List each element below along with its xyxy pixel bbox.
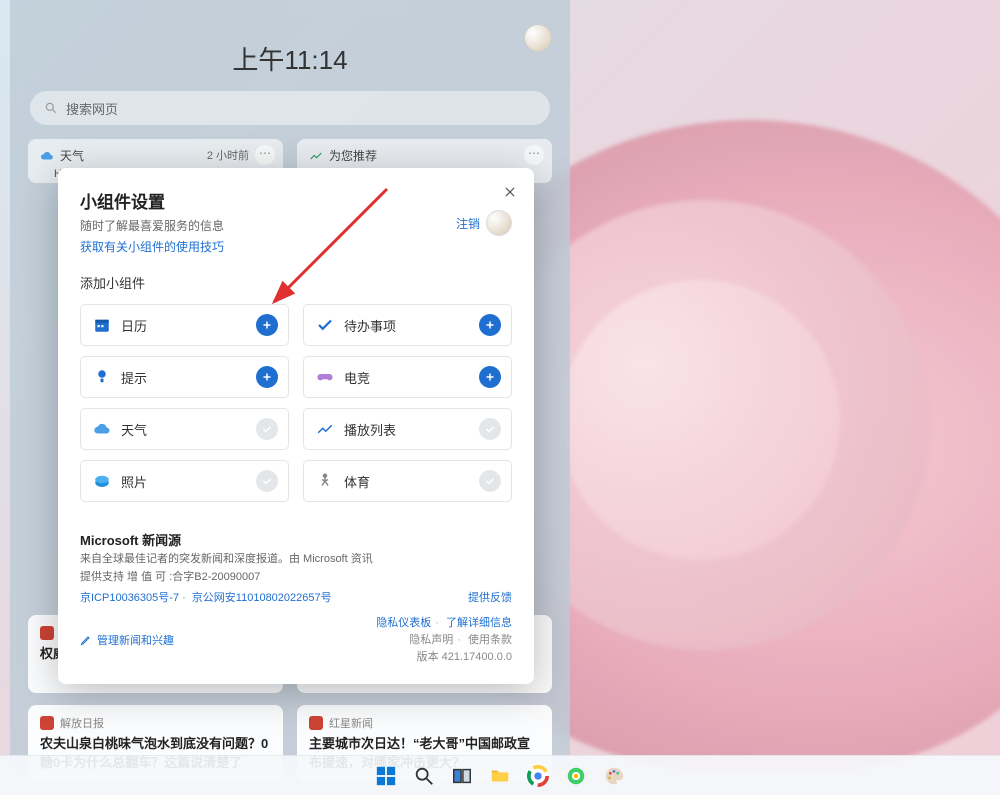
tips-link[interactable]: 获取有关小组件的使用技巧: [80, 238, 224, 255]
chrome-button[interactable]: [525, 763, 551, 789]
widget-label: 天气: [121, 420, 246, 439]
add-widget-button[interactable]: [479, 314, 501, 336]
browser360-button[interactable]: [563, 763, 589, 789]
chrome-icon: [527, 765, 549, 787]
taskbar: [0, 755, 1000, 795]
search-icon: [44, 101, 58, 115]
detail-info-link[interactable]: 了解详细信息: [446, 617, 512, 629]
clock: 上午11:14: [28, 40, 552, 77]
more-icon[interactable]: ⋯: [524, 145, 544, 165]
folder-icon: [489, 765, 511, 787]
widget-option-todo[interactable]: 待办事项: [303, 304, 512, 346]
modal-title: 小组件设置: [80, 188, 224, 213]
add-widgets-label: 添加小组件: [80, 273, 512, 292]
privacy-dashboard-link[interactable]: 隐私仪表板: [376, 617, 431, 629]
widget-label: 待办事项: [344, 316, 469, 335]
icp1-link[interactable]: 京ICP10036305号-7: [80, 592, 179, 604]
source-icon: [309, 716, 323, 730]
widget-added-indicator: [256, 470, 278, 492]
task-view-icon: [451, 765, 473, 787]
task-view-button[interactable]: [449, 763, 475, 789]
close-icon: [503, 185, 517, 199]
more-icon[interactable]: ⋯: [255, 145, 275, 165]
photos-icon: [93, 472, 111, 490]
todo-icon: [316, 316, 334, 334]
file-explorer-button[interactable]: [487, 763, 513, 789]
weather-icon: [93, 420, 111, 438]
search-placeholder: 搜索网页: [66, 99, 118, 118]
news-source-title: Microsoft 新闻源: [80, 530, 512, 549]
feedback-link[interactable]: 提供反馈: [468, 589, 512, 605]
version-text: 版本 421.17400.0.0: [376, 649, 512, 666]
avatar-small[interactable]: [486, 210, 512, 236]
taskbar-search[interactable]: [411, 763, 437, 789]
widget-label: 照片: [121, 472, 246, 491]
windows-icon: [375, 765, 397, 787]
widget-added-indicator: [256, 418, 278, 440]
widget-option-calendar[interactable]: 日历: [80, 304, 289, 346]
modal-subtitle: 随时了解最喜爱服务的信息: [80, 217, 224, 234]
search-input[interactable]: 搜索网页: [30, 91, 550, 125]
widget-label: 电竞: [344, 368, 469, 387]
source-icon: [40, 626, 54, 640]
widget-option-photos[interactable]: 照片: [80, 460, 289, 502]
widget-added-indicator: [479, 418, 501, 440]
widget-settings-modal: 小组件设置 随时了解最喜爱服务的信息 获取有关小组件的使用技巧 注销 添加小组件…: [58, 168, 534, 684]
terms: 使用条款: [468, 634, 512, 646]
weather-time: 2 小时前: [207, 147, 249, 163]
icp2-link[interactable]: 京公网安11010802022657号: [192, 592, 332, 604]
search-icon: [413, 765, 435, 787]
paint-button[interactable]: [601, 763, 627, 789]
globe-icon: [565, 765, 587, 787]
tips-icon: [93, 368, 111, 386]
widget-option-weather[interactable]: 天气: [80, 408, 289, 450]
pencil-icon: [80, 634, 92, 646]
sports-icon: [316, 472, 334, 490]
widget-option-esports[interactable]: 电竞: [303, 356, 512, 398]
widget-option-playlist[interactable]: 播放列表: [303, 408, 512, 450]
signout-link[interactable]: 注销: [456, 215, 480, 232]
widget-label: 提示: [121, 368, 246, 387]
source-icon: [40, 716, 54, 730]
calendar-icon: [93, 316, 111, 334]
widget-label: 播放列表: [344, 420, 469, 439]
add-widget-button[interactable]: [256, 314, 278, 336]
cloud-icon: [40, 149, 54, 163]
news-source-desc1: 来自全球最佳记者的突发新闻和深度报道。由 Microsoft 资讯: [80, 552, 512, 567]
palette-icon: [603, 765, 625, 787]
news-source-desc2: 提供支持 增 值 可 :合字B2-20090007: [80, 570, 512, 585]
start-button[interactable]: [373, 763, 399, 789]
widget-option-tips[interactable]: 提示: [80, 356, 289, 398]
widget-label: 体育: [344, 472, 469, 491]
privacy-statement: 隐私声明: [409, 634, 453, 646]
playlist-icon: [316, 420, 334, 438]
add-widget-button[interactable]: [479, 366, 501, 388]
avatar[interactable]: [524, 24, 552, 52]
manage-news-link[interactable]: 管理新闻和兴趣: [80, 615, 174, 666]
widget-label: 日历: [121, 316, 246, 335]
esports-icon: [316, 368, 334, 386]
widget-added-indicator: [479, 470, 501, 492]
close-button[interactable]: [500, 182, 520, 202]
add-widget-button[interactable]: [256, 366, 278, 388]
trend-icon: [309, 149, 323, 163]
widget-option-sports[interactable]: 体育: [303, 460, 512, 502]
